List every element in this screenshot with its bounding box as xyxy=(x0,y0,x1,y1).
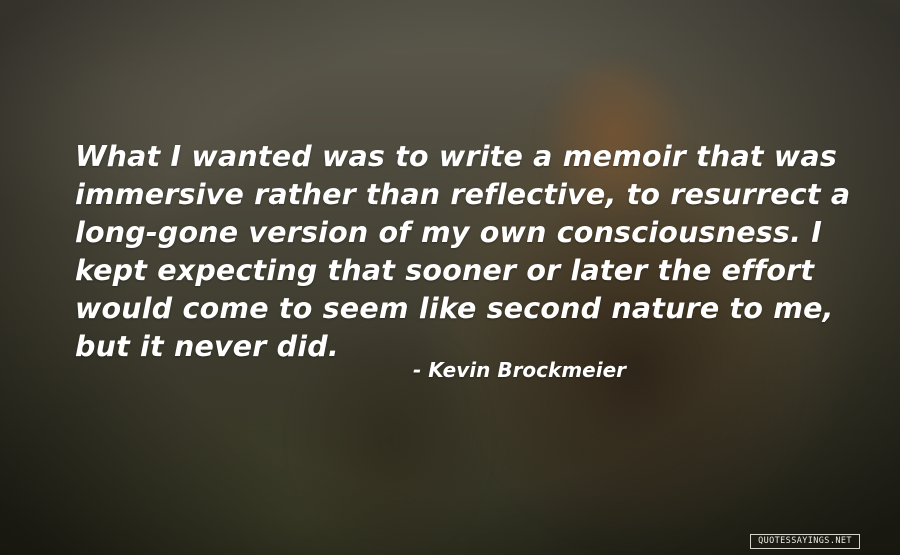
quote-line: What I wanted was to write a memoir that… xyxy=(75,140,837,173)
quote-line: long-gone version of my own consciousnes… xyxy=(75,216,823,249)
watermark-logo: QUOTESSAYINGS.NET xyxy=(750,534,860,549)
quote-text: What I wanted was to write a memoir that… xyxy=(75,138,851,366)
quote-line: immersive rather than reflective, to res… xyxy=(75,178,851,211)
quote-author: - Kevin Brockmeier xyxy=(413,358,627,382)
quote-line: kept expecting that sooner or later the … xyxy=(75,254,815,287)
quote-line: would come to seem like second nature to… xyxy=(75,292,834,325)
